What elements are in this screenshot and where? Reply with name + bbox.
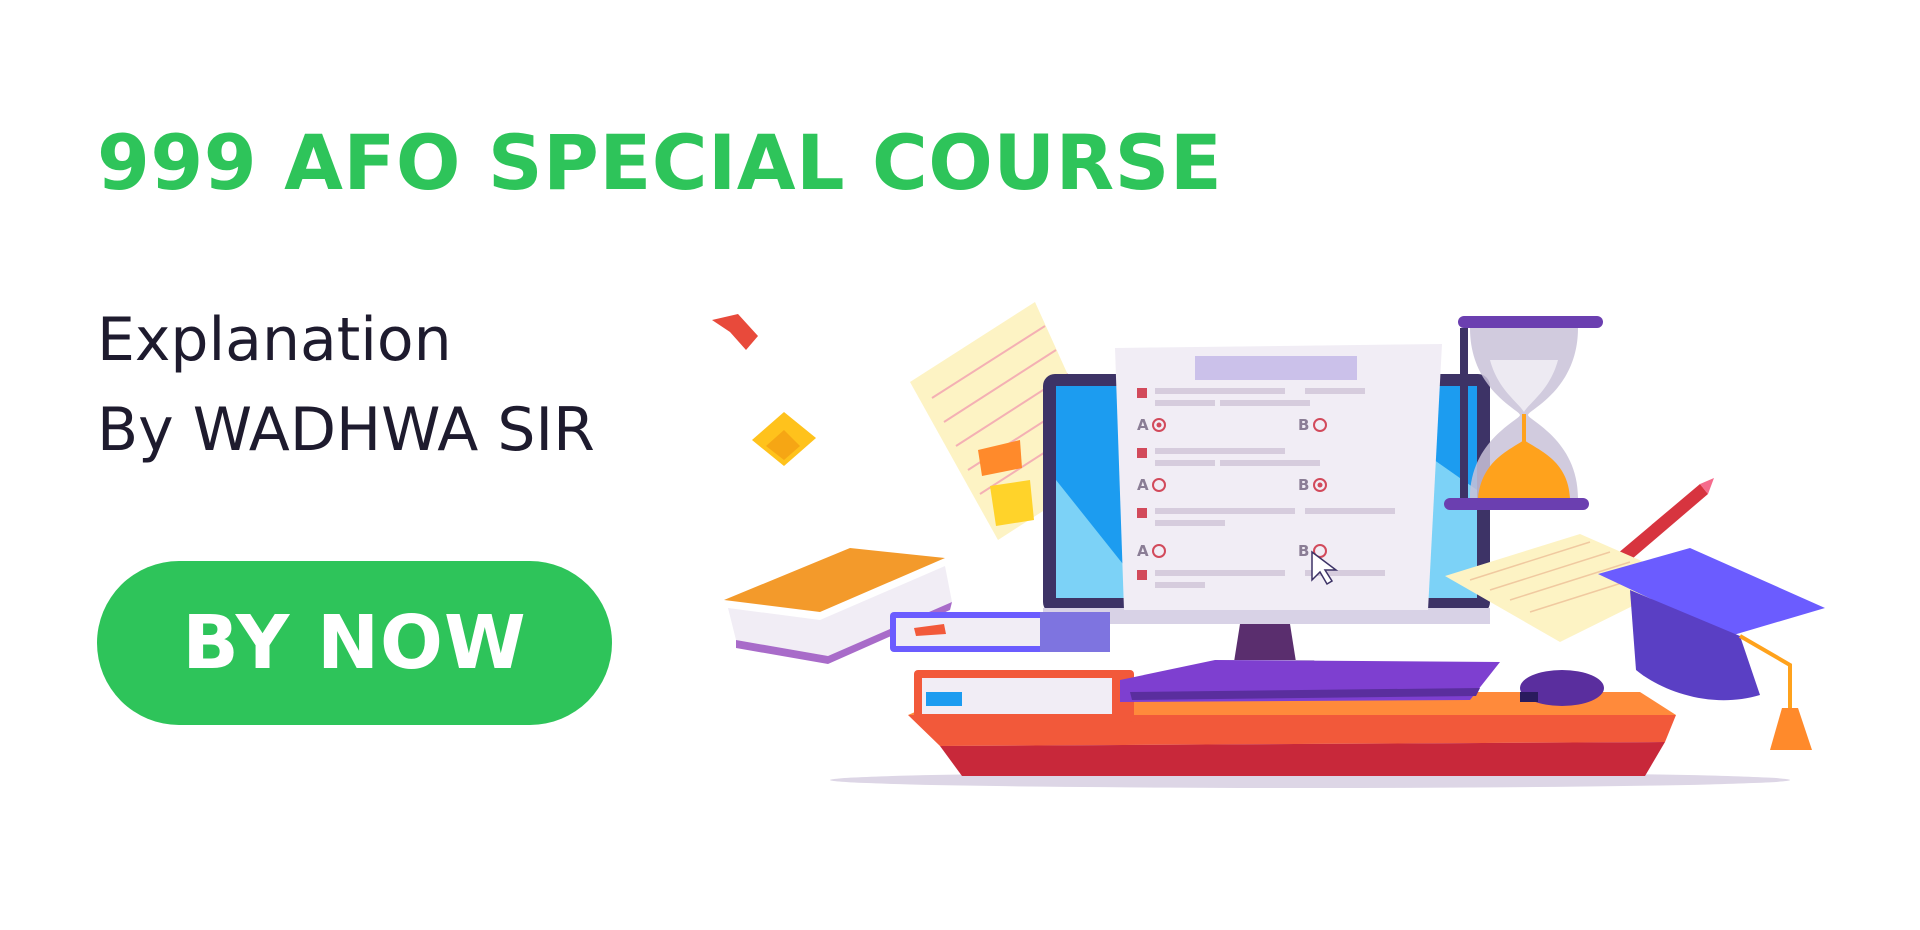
book-stack-icon <box>890 612 1134 722</box>
option-a-label: A <box>1137 542 1149 560</box>
option-a-label: A <box>1137 416 1149 434</box>
subtitle-line-author: By WADHWA SIR <box>97 395 595 465</box>
buy-now-button[interactable]: BY NOW <box>97 561 612 725</box>
test-paper-icon: A B A B A B <box>1115 344 1442 610</box>
keyboard-icon <box>1120 660 1500 702</box>
banner-subtitle: Explanation By WADHWA SIR <box>97 295 595 475</box>
confetti-icon <box>712 314 816 466</box>
course-banner: 999 AFO SPECIAL COURSE Explanation By WA… <box>0 0 1920 930</box>
hourglass-icon <box>1444 316 1603 510</box>
option-b-label: B <box>1298 416 1309 434</box>
option-b-label: B <box>1298 476 1309 494</box>
subtitle-line-explanation: Explanation <box>97 305 452 375</box>
mouse-icon <box>1520 670 1604 706</box>
exam-desk-illustration: A B A B A B <box>712 302 1825 788</box>
option-b-label: B <box>1298 542 1309 560</box>
option-a-label: A <box>1137 476 1149 494</box>
banner-title: 999 AFO SPECIAL COURSE <box>97 118 1223 207</box>
